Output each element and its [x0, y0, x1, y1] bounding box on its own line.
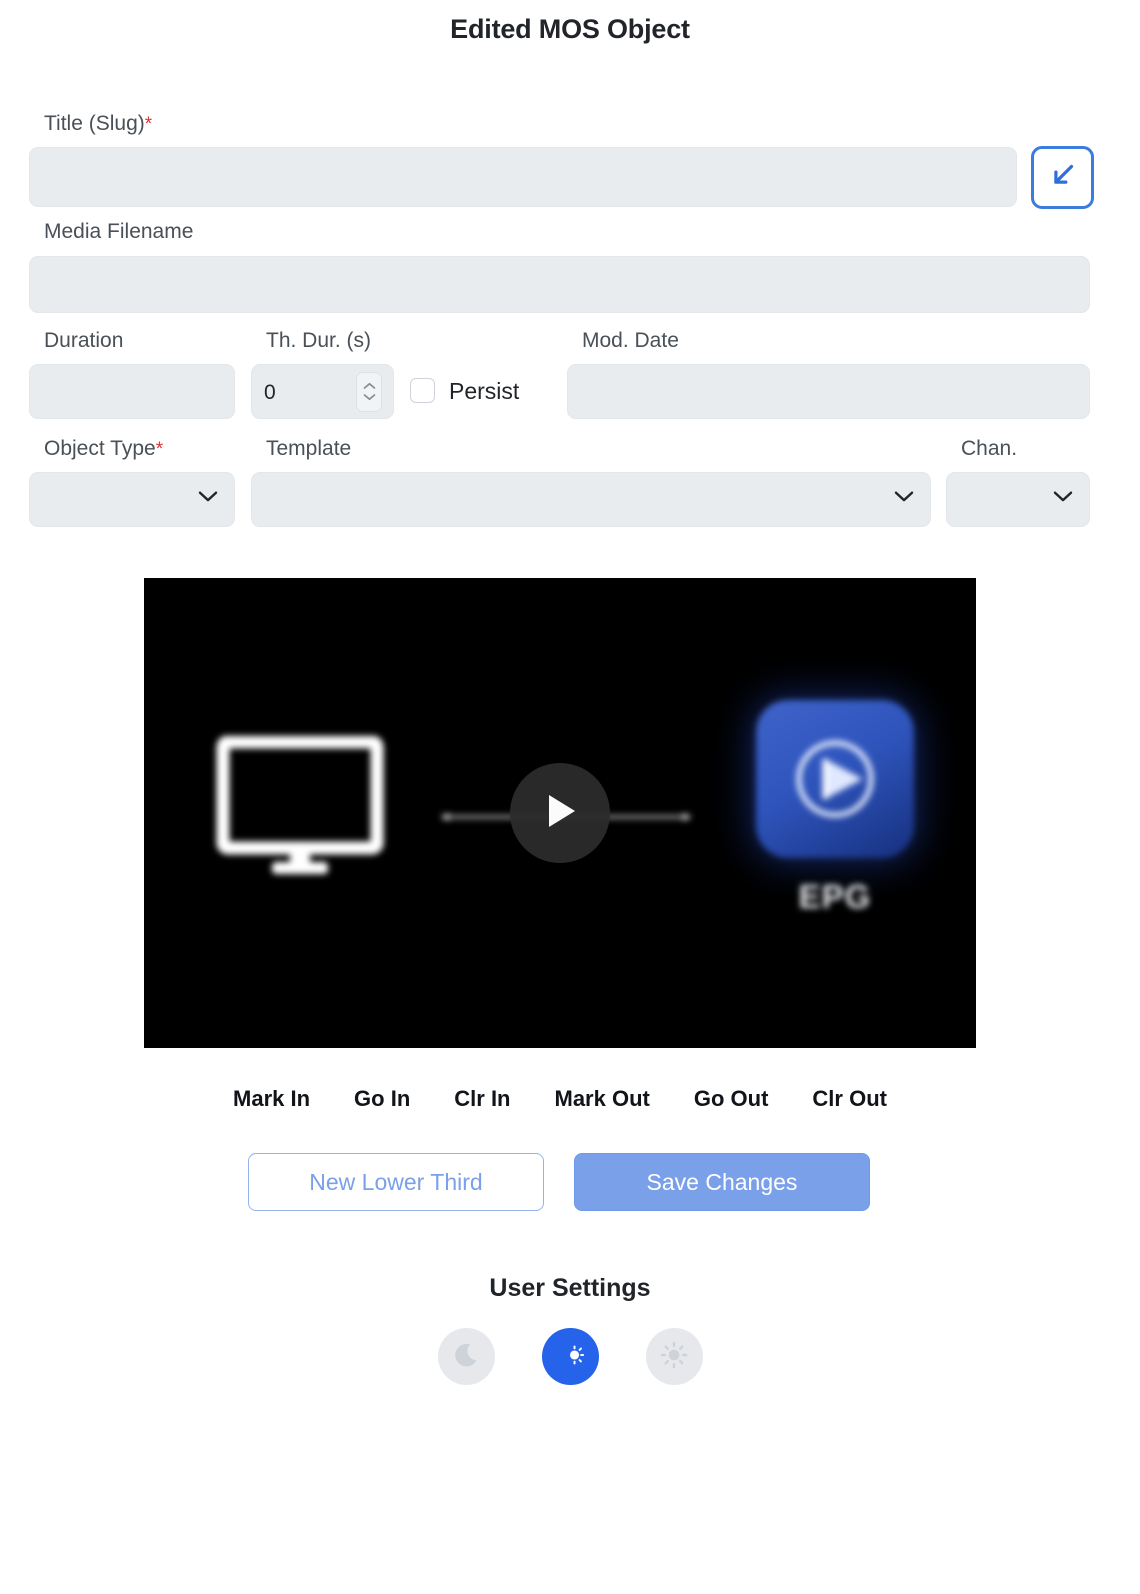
- chevron-up-icon[interactable]: [363, 382, 376, 390]
- user-settings-title: User Settings: [489, 1274, 651, 1302]
- mark-controls-row: Mark In Go In Clr In Mark Out Go Out Clr…: [144, 1080, 976, 1118]
- moon-sun-icon: [554, 1339, 586, 1374]
- object-type-required-marker: *: [155, 439, 164, 460]
- moon-icon: [451, 1340, 481, 1373]
- title-slug-input[interactable]: [29, 147, 1017, 207]
- object-type-label: Object Type*: [44, 437, 163, 461]
- thumb-duration-label: Th. Dur. (s): [266, 329, 372, 352]
- template-select[interactable]: [251, 472, 931, 527]
- object-type-select[interactable]: [29, 472, 235, 527]
- thumb-duration-stepper[interactable]: [356, 371, 382, 412]
- theme-dark-button[interactable]: [437, 1328, 495, 1385]
- play-button[interactable]: [510, 763, 610, 863]
- mark-out-button[interactable]: Mark Out: [533, 1080, 672, 1118]
- chevron-down-icon: [198, 490, 218, 508]
- template-label: Template: [266, 437, 352, 460]
- channel-label: Chan.: [961, 437, 1018, 460]
- mod-date-label: Mod. Date: [582, 329, 679, 352]
- epg-app-caption: EPG: [798, 878, 872, 915]
- new-lower-third-button[interactable]: New Lower Third: [248, 1153, 544, 1211]
- object-type-label-text: Object Type: [44, 437, 156, 460]
- duration-label: Duration: [44, 329, 124, 352]
- title-slug-required-marker: *: [144, 114, 153, 135]
- chevron-down-icon: [894, 490, 914, 508]
- go-out-button[interactable]: Go Out: [672, 1080, 791, 1118]
- clr-out-button[interactable]: Clr Out: [790, 1080, 909, 1118]
- play-circle-icon: [796, 740, 874, 818]
- duration-input[interactable]: [29, 364, 235, 419]
- play-icon: [540, 790, 580, 837]
- sun-icon: [659, 1340, 689, 1373]
- edited-mos-object-panel: Edited MOS Object Title (Slug)* Media Fi…: [0, 0, 1140, 1594]
- monitor-icon: [216, 735, 384, 876]
- title-slug-label: Title (Slug)*: [44, 112, 152, 136]
- page-title: Edited MOS Object: [450, 14, 690, 44]
- theme-light-button[interactable]: [645, 1328, 703, 1385]
- chevron-down-icon: [1053, 490, 1073, 508]
- media-filename-label: Media Filename: [44, 220, 194, 243]
- title-slug-label-text: Title (Slug): [44, 112, 145, 135]
- thumb-duration-field: [251, 364, 395, 420]
- media-preview-player[interactable]: EPG: [144, 578, 976, 1048]
- persist-label: Persist: [449, 378, 520, 404]
- clr-in-button[interactable]: Clr In: [432, 1080, 532, 1118]
- theme-toggle-group: [0, 1328, 1140, 1385]
- chevron-down-icon[interactable]: [363, 393, 376, 401]
- save-changes-button[interactable]: Save Changes: [574, 1153, 870, 1211]
- media-filename-input[interactable]: [29, 256, 1090, 313]
- theme-auto-button[interactable]: [541, 1328, 599, 1385]
- epg-app-tile: [756, 700, 914, 858]
- channel-select[interactable]: [946, 472, 1090, 527]
- persist-checkbox[interactable]: [410, 378, 435, 403]
- mod-date-input[interactable]: [567, 364, 1090, 419]
- arrow-down-left-icon: [1046, 158, 1080, 197]
- mark-in-button[interactable]: Mark In: [211, 1080, 332, 1118]
- title-insert-button[interactable]: [1031, 146, 1094, 209]
- go-in-button[interactable]: Go In: [332, 1080, 432, 1118]
